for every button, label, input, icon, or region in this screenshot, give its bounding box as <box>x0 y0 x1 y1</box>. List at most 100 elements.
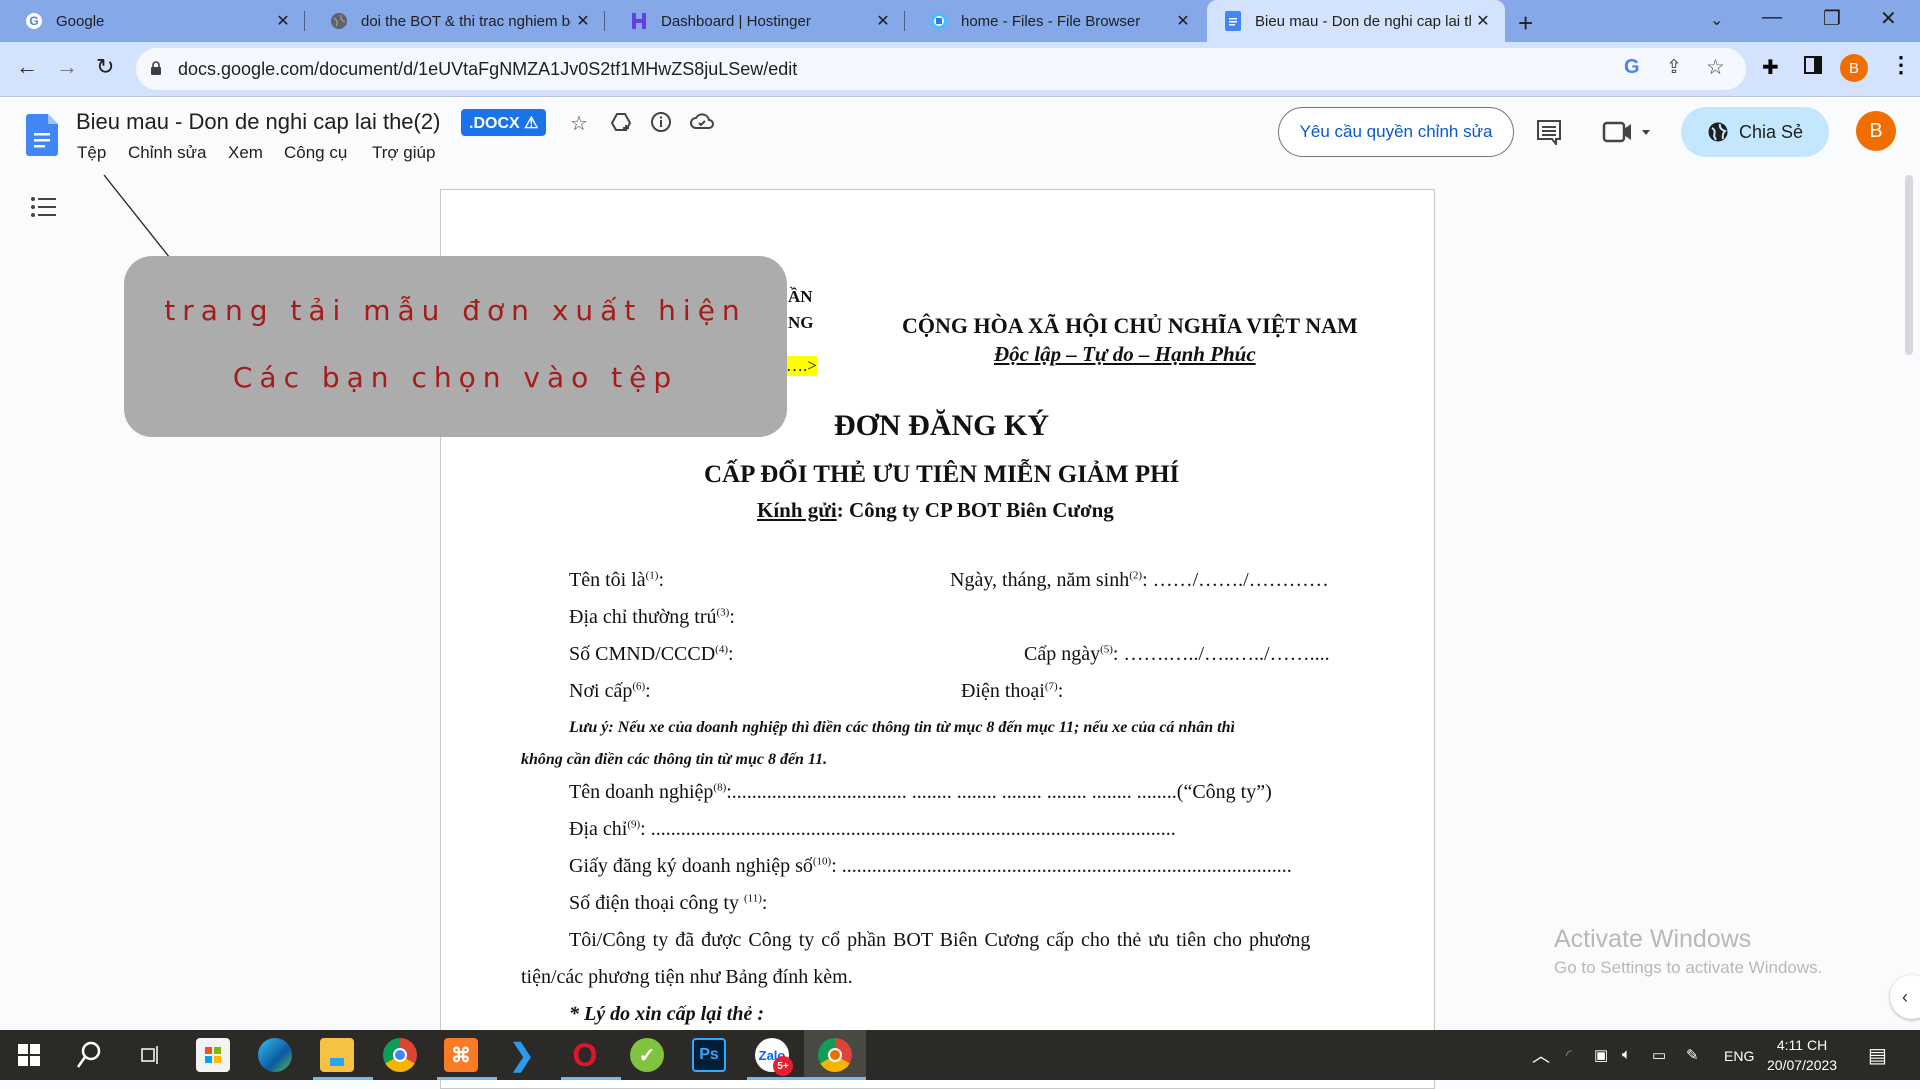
note-line1: Lưu ý: Nếu xe của doanh nghiệp thì điền … <box>569 719 1235 736</box>
extensions-icon[interactable]: ✚ <box>1762 55 1779 80</box>
recipient-value: : Công ty CP BOT Biên Cương <box>836 498 1114 522</box>
annotation-callout: trang tải mẫu đơn xuất hiện Các bạn chọn… <box>124 256 787 437</box>
docs-header: Bieu mau - Don de nghi cap lai the(2) .D… <box>0 97 1920 185</box>
company-address-field: Địa chỉ(9): ............................… <box>569 818 1176 840</box>
statement-line2: tiện/các phương tiện như Bảng đính kèm. <box>521 966 853 988</box>
field-address: Địa chỉ thường trú(3): <box>569 606 735 628</box>
document-title[interactable]: Bieu mau - Don de nghi cap lai the(2) <box>76 109 440 135</box>
field-phone: Điện thoại(7): <box>961 680 1064 702</box>
side-panel-toggle-button[interactable]: ‹ <box>1890 975 1920 1019</box>
company-name-field: Tên doanh nghiệp(8):....................… <box>569 781 1272 803</box>
address-bar[interactable]: docs.google.com/document/d/1eUVtaFgNMZA1… <box>136 48 1746 90</box>
tab-file-browser[interactable]: home - Files - File Browser ✕ <box>905 0 1205 42</box>
left-header-line1: ẦN <box>788 287 813 306</box>
document-outline-icon[interactable] <box>30 196 56 223</box>
new-tab-button[interactable]: + <box>1518 8 1533 39</box>
request-edit-access-button[interactable]: Yêu cầu quyền chỉnh sửa <box>1278 107 1514 157</box>
globe-icon <box>329 11 349 31</box>
zalo-notification-badge: 5+ <box>773 1056 793 1076</box>
national-motto: Độc lập – Tự do – Hạnh Phúc <box>994 342 1256 366</box>
microsoft-store-icon[interactable] <box>196 1038 230 1072</box>
close-window-button[interactable]: ✕ <box>1880 6 1897 31</box>
windows-start-icon[interactable] <box>12 1038 46 1072</box>
field-name: Tên tôi là(1): <box>569 569 665 591</box>
coc-coc-icon[interactable]: ✓ <box>630 1038 664 1072</box>
forward-button[interactable]: → <box>56 54 78 80</box>
xampp-icon[interactable]: ⌘ <box>444 1038 478 1072</box>
lock-icon <box>151 61 161 75</box>
docx-badge[interactable]: .DOCX ⚠ <box>461 109 547 136</box>
close-tab-icon[interactable]: ✕ <box>271 11 295 31</box>
bookmark-star-icon[interactable]: ☆ <box>1706 55 1725 80</box>
share-page-icon[interactable]: ⇪ <box>1666 56 1682 79</box>
tab-strip: G Google ✕ doi the BOT & thi trac nghiem… <box>0 0 1920 42</box>
account-avatar[interactable]: B <box>1856 111 1896 151</box>
close-tab-icon[interactable]: ✕ <box>1471 11 1495 31</box>
battery-icon[interactable]: ▭ <box>1652 1046 1666 1064</box>
chrome-profile-icon[interactable] <box>818 1038 852 1072</box>
wifi-icon[interactable]: ◜ <box>1566 1046 1572 1064</box>
restore-button[interactable]: ❐ <box>1823 6 1841 31</box>
cloud-saved-icon[interactable] <box>690 111 714 139</box>
field-dob: Ngày, tháng, năm sinh(2): ……/……./………… <box>950 569 1329 591</box>
system-clock[interactable]: 4:11 CH 20/07/2023 <box>1767 1035 1837 1075</box>
reload-button[interactable]: ↻ <box>96 54 114 80</box>
search-icon[interactable] <box>72 1038 106 1072</box>
side-panel-icon[interactable] <box>1804 56 1822 74</box>
scrollbar-thumb[interactable] <box>1905 175 1913 355</box>
recipient-label: Kính gửi <box>757 498 837 522</box>
field-id-number: Số CMND/CCCD(4): <box>569 643 734 665</box>
photoshop-icon[interactable]: Ps <box>692 1038 726 1072</box>
comments-icon[interactable] <box>1536 119 1562 150</box>
tab-hostinger[interactable]: Dashboard | Hostinger ✕ <box>605 0 905 42</box>
file-browser-icon <box>929 11 949 31</box>
camera-icon[interactable]: ▣ <box>1594 1046 1608 1064</box>
opera-icon[interactable]: O <box>568 1037 602 1073</box>
tab-bieu-mau[interactable]: Bieu mau - Don de nghi cap lai the ✕ <box>1207 0 1505 42</box>
form-title: ĐƠN ĐĂNG KÝ <box>834 409 1049 442</box>
zalo-icon[interactable]: Zalo 5+ <box>755 1038 793 1076</box>
close-tab-icon[interactable]: ✕ <box>871 11 895 31</box>
annotation-line1: trang tải mẫu đơn xuất hiện <box>164 294 747 327</box>
back-button[interactable]: ← <box>16 54 38 80</box>
tab-doi-the-bot[interactable]: doi the BOT & thi trac nghiem bo ✕ <box>305 0 605 42</box>
close-tab-icon[interactable]: ✕ <box>571 11 595 31</box>
profile-avatar[interactable]: B <box>1840 54 1868 82</box>
show-hidden-icons-button[interactable]: ︿ <box>1532 1042 1550 1068</box>
menu-tep[interactable]: Tệp <box>77 143 106 163</box>
close-tab-icon[interactable]: ✕ <box>1171 11 1195 31</box>
field-issue-place: Nơi cấp(6): <box>569 680 651 702</box>
annotation-line2: Các bạn chọn vào tệp <box>232 361 679 394</box>
star-icon[interactable]: ☆ <box>570 111 588 136</box>
move-to-drive-icon[interactable] <box>610 111 632 139</box>
globe-icon <box>1708 122 1728 142</box>
url-text[interactable]: docs.google.com/document/d/1eUVtaFgNMZA1… <box>178 59 797 80</box>
volume-icon[interactable]: 🔈︎ <box>1622 1046 1631 1063</box>
browser-menu-icon[interactable]: ⋮ <box>1890 52 1912 78</box>
tab-google[interactable]: G Google ✕ <box>0 0 305 42</box>
business-registration-field: Giấy đăng ký doanh nghiệp số(10): ......… <box>569 855 1292 877</box>
svg-text:G: G <box>29 14 38 28</box>
file-explorer-icon[interactable] <box>320 1038 354 1072</box>
menu-xem[interactable]: Xem <box>228 143 263 163</box>
chrome-icon[interactable] <box>383 1038 417 1072</box>
tab-search-icon[interactable]: ⌄ <box>1710 10 1723 30</box>
meet-video-icon[interactable] <box>1602 119 1650 150</box>
pen-icon[interactable]: ✎ <box>1686 1046 1699 1064</box>
statement-line1: Tôi/Công ty đã được Công ty cổ phần BOT … <box>569 929 1311 951</box>
menu-cong-cu[interactable]: Công cụ <box>284 143 347 163</box>
menu-chinh-sua[interactable]: Chỉnh sửa <box>128 143 206 163</box>
info-icon[interactable] <box>650 111 672 139</box>
language-indicator[interactable]: ENG <box>1724 1048 1754 1064</box>
google-icon: G <box>24 11 44 31</box>
menu-tro-giup[interactable]: Trợ giúp <box>372 143 435 163</box>
task-view-icon[interactable] <box>133 1038 167 1072</box>
browser-toolbar: ← → ↻ docs.google.com/document/d/1eUVtaF… <box>0 42 1920 97</box>
share-button[interactable]: Chia Sẻ <box>1681 107 1829 157</box>
minimize-button[interactable]: — <box>1762 6 1782 29</box>
docs-logo-icon[interactable] <box>26 114 58 161</box>
notifications-icon[interactable]: ▤ <box>1868 1043 1887 1068</box>
google-lens-icon[interactable]: G <box>1624 56 1640 79</box>
edge-icon[interactable] <box>258 1038 292 1072</box>
vscode-icon[interactable]: ❯ <box>505 1038 539 1072</box>
